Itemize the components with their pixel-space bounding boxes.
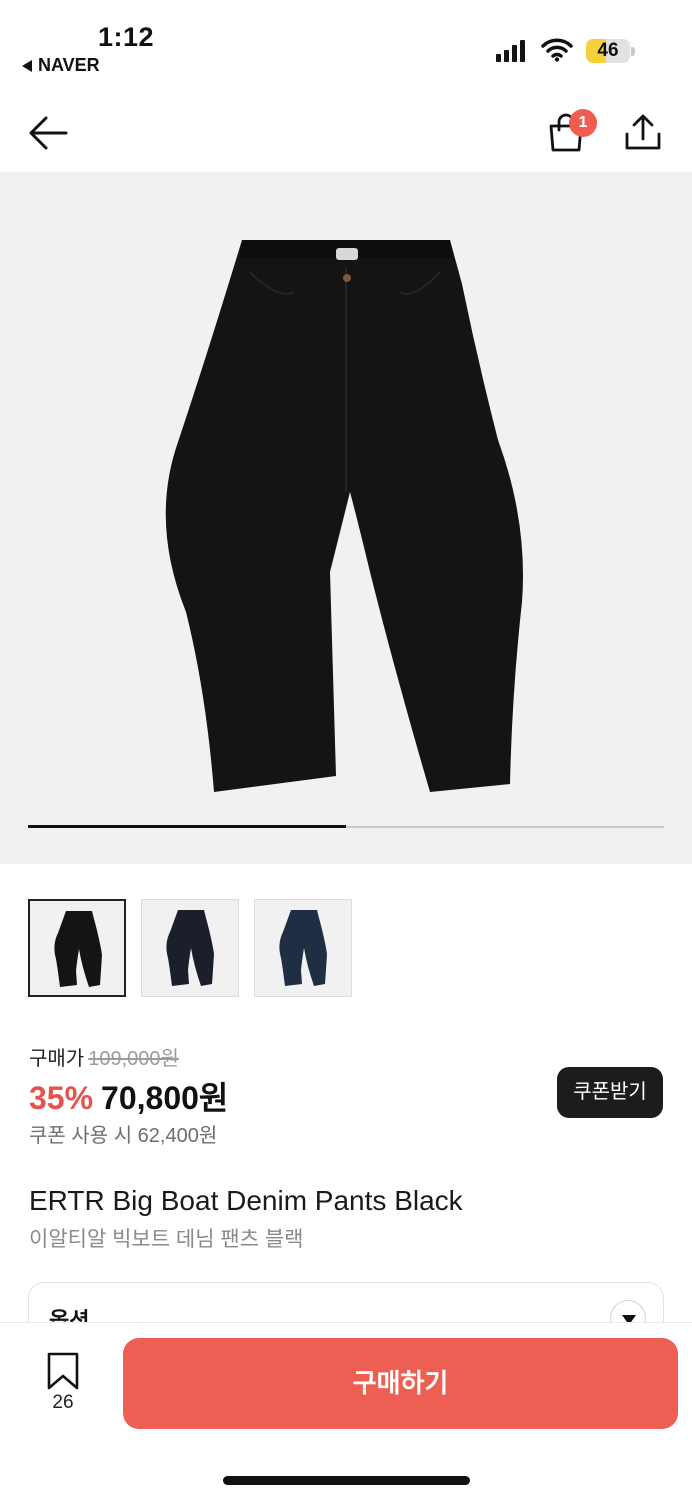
image-progress-fill (28, 825, 346, 828)
coupon-price: 쿠폰 사용 시 62,400원 (29, 1125, 218, 1147)
pants-image (165, 240, 523, 792)
purchase-price-label: 구매가 (29, 1048, 85, 1070)
back-to-app-link[interactable]: NAVER (22, 55, 100, 76)
arrow-left-icon[interactable] (26, 113, 70, 153)
original-price: 109,000원 (88, 1048, 179, 1070)
product-image[interactable] (0, 172, 692, 864)
share-upload-icon[interactable] (622, 112, 664, 154)
price-label: 구매가 109,000원 (29, 1042, 179, 1071)
bookmark-icon[interactable] (46, 1352, 80, 1390)
thumbnail-pants-image (166, 910, 214, 986)
get-coupon-button[interactable]: 쿠폰받기 (557, 1067, 663, 1118)
battery-cap (631, 47, 635, 56)
thumbnail-2[interactable] (141, 899, 239, 997)
product-subtitle: 이알티알 빅보트 데님 팬츠 블랙 (29, 1228, 304, 1251)
cellular-signal-icon (496, 40, 525, 62)
thumbnail-pants-image (279, 910, 327, 986)
product-title: ERTR Big Boat Denim Pants Black (29, 1185, 463, 1216)
back-triangle-icon (22, 59, 32, 72)
status-time: 1:12 (98, 22, 155, 52)
thumbnail-1[interactable] (28, 899, 126, 997)
back-app-label: NAVER (38, 55, 100, 75)
thumbnail-3[interactable] (254, 899, 352, 997)
home-indicator (223, 1476, 470, 1485)
wifi-icon (541, 38, 573, 62)
discount-rate: 35% (29, 1080, 94, 1116)
bookmark-count: 26 (52, 1392, 74, 1413)
image-progress-track (28, 825, 664, 828)
buy-button[interactable]: 구매하기 (123, 1338, 678, 1429)
battery-level: 46 (597, 40, 619, 61)
sale-price: 35% 70,800원 (29, 1073, 228, 1119)
cart-count-badge: 1 (569, 109, 597, 137)
thumbnail-pants-image (54, 911, 102, 987)
battery-icon: 46 (586, 39, 630, 63)
sale-price-value: 70,800원 (101, 1080, 229, 1116)
